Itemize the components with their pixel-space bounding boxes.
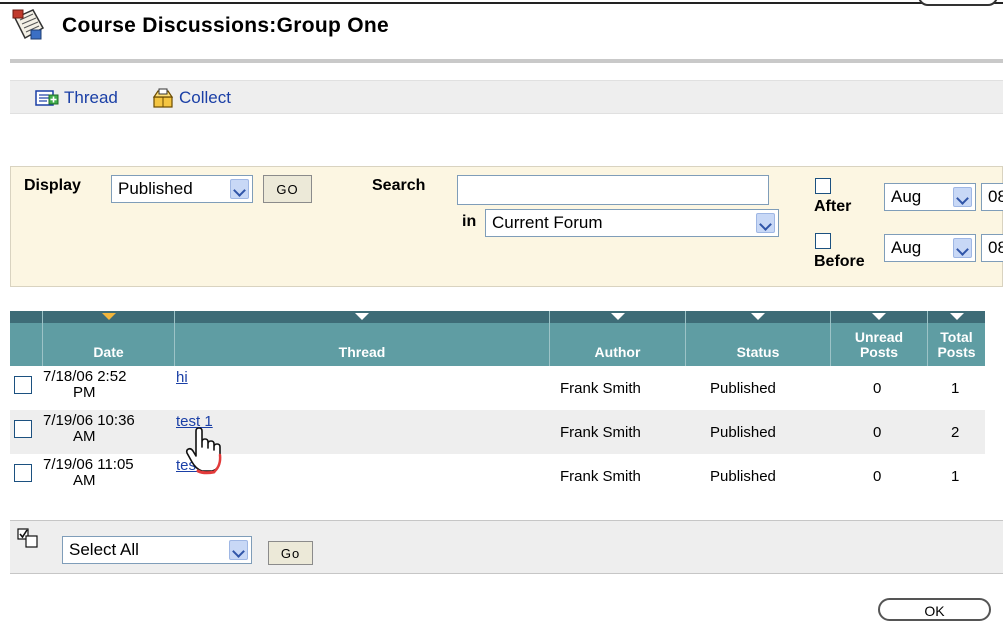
row-date: 7/19/06 11:05 AM xyxy=(43,457,188,489)
header-author[interactable]: Author xyxy=(549,311,685,366)
row-author: Frank Smith xyxy=(560,424,641,441)
row-checkbox[interactable] xyxy=(14,376,32,394)
before-month-select[interactable]: Aug xyxy=(884,234,976,262)
collect-icon xyxy=(152,88,174,108)
chevron-down-icon xyxy=(953,238,972,258)
row-date-line2: AM xyxy=(73,428,96,445)
sort-arrow-icon xyxy=(610,313,625,320)
thread-label: Thread xyxy=(64,88,118,107)
search-input[interactable] xyxy=(457,175,769,205)
chevron-down-icon xyxy=(953,187,972,207)
sort-arrow-icon xyxy=(355,313,369,320)
table-header: Date Thread Author Status Unread Posts To… xyxy=(10,311,985,366)
display-go-button[interactable]: GO xyxy=(263,175,312,203)
chevron-down-icon xyxy=(229,540,248,560)
table-row: 7/19/06 11:05 AM test 2 Frank Smith Publi… xyxy=(10,454,985,498)
header-total-label: Total Posts xyxy=(928,330,985,360)
search-label: Search xyxy=(372,177,426,194)
row-date-line1: 7/19/06 10:36 xyxy=(43,412,135,429)
header-status-label: Status xyxy=(736,344,780,360)
row-checkbox[interactable] xyxy=(14,420,32,438)
ok-button[interactable]: OK xyxy=(878,598,991,621)
row-date-line2: AM xyxy=(73,472,96,489)
display-select-value: Published xyxy=(118,179,193,198)
row-date-line1: 7/18/06 2:52 xyxy=(43,368,127,385)
top-rule xyxy=(0,2,1003,4)
sort-arrow-icon xyxy=(872,313,886,320)
row-author: Frank Smith xyxy=(560,468,641,485)
before-label: Before xyxy=(814,253,865,270)
header-author-label: Author xyxy=(594,344,641,360)
display-select[interactable]: Published xyxy=(111,175,253,203)
after-label: After xyxy=(814,198,852,215)
bulk-select[interactable]: Select All xyxy=(62,536,252,564)
row-status: Published xyxy=(710,424,776,441)
bulk-select-value: Select All xyxy=(69,540,139,559)
after-month-select[interactable]: Aug xyxy=(884,183,976,211)
discussion-board-icon xyxy=(11,8,45,42)
header-total-line2: Posts xyxy=(937,344,976,360)
row-total: 2 xyxy=(951,424,960,441)
header-total-posts[interactable]: Total Posts xyxy=(927,311,985,366)
header-unread-posts[interactable]: Unread Posts xyxy=(830,311,927,366)
page-title: Course Discussions:Group One xyxy=(62,14,389,37)
new-thread-icon xyxy=(35,89,59,107)
display-label: Display xyxy=(24,177,81,194)
in-label: in xyxy=(462,213,477,230)
sort-arrow-icon xyxy=(949,313,964,320)
header-thread-label: Thread xyxy=(338,344,386,360)
bulk-action-bar: Select All Go xyxy=(10,520,1003,574)
before-checkbox[interactable] xyxy=(815,233,831,249)
row-total: 1 xyxy=(951,468,960,485)
row-date: 7/19/06 10:36 AM xyxy=(43,413,188,445)
row-date-line1: 7/19/06 11:05 xyxy=(43,456,134,473)
header-unread-line2: Posts xyxy=(859,344,899,360)
header-select-col xyxy=(10,311,42,366)
previous-button-corner[interactable] xyxy=(918,0,998,6)
thread-link[interactable]: test 2 xyxy=(176,457,213,474)
after-checkbox[interactable] xyxy=(815,178,831,194)
after-day-value: 08 xyxy=(988,187,1003,206)
filter-panel: Display Published GO Search in Current F… xyxy=(10,166,1003,287)
row-status: Published xyxy=(710,380,776,397)
bulk-go-button[interactable]: Go xyxy=(268,541,313,565)
after-month-value: Aug xyxy=(891,187,922,206)
row-total: 1 xyxy=(951,380,960,397)
chevron-down-icon xyxy=(756,213,775,233)
row-date: 7/18/06 2:52 PM xyxy=(43,369,188,401)
header-status[interactable]: Status xyxy=(685,311,830,366)
title-divider xyxy=(10,59,1003,63)
search-scope-value: Current Forum xyxy=(492,213,603,232)
select-all-icon xyxy=(17,528,39,552)
thread-link[interactable]: hi xyxy=(176,369,188,386)
before-day-value: 08 xyxy=(988,238,1003,257)
row-checkbox[interactable] xyxy=(14,464,32,482)
collect-button[interactable]: Collect xyxy=(152,88,231,108)
thread-button[interactable]: Thread xyxy=(35,88,118,108)
header-unread-line1: Unread xyxy=(854,329,904,345)
sort-arrow-icon xyxy=(751,313,765,320)
table-row: 7/19/06 10:36 AM test 1 Frank Smith Publi… xyxy=(10,410,985,454)
search-scope-select[interactable]: Current Forum xyxy=(485,209,779,237)
row-date-line2: PM xyxy=(73,384,96,401)
header-total-line1: Total xyxy=(940,329,973,345)
row-unread: 0 xyxy=(873,468,882,485)
thread-link[interactable]: test 1 xyxy=(176,413,213,430)
action-bar: Thread Collect xyxy=(10,80,1003,114)
row-status: Published xyxy=(710,468,776,485)
row-author: Frank Smith xyxy=(560,380,641,397)
header-date-label: Date xyxy=(93,344,124,360)
collect-label: Collect xyxy=(179,88,231,107)
header-unread-label: Unread Posts xyxy=(831,330,927,360)
sort-arrow-icon xyxy=(101,313,116,320)
before-day-select[interactable]: 08 xyxy=(981,234,1003,262)
row-unread: 0 xyxy=(873,424,882,441)
table-row: 7/18/06 2:52 PM hi Frank Smith Published … xyxy=(10,366,985,410)
row-unread: 0 xyxy=(873,380,882,397)
chevron-down-icon xyxy=(230,179,249,199)
header-thread[interactable]: Thread xyxy=(174,311,549,366)
after-day-select[interactable]: 08 xyxy=(981,183,1003,211)
header-date[interactable]: Date xyxy=(42,311,174,366)
before-month-value: Aug xyxy=(891,238,922,257)
